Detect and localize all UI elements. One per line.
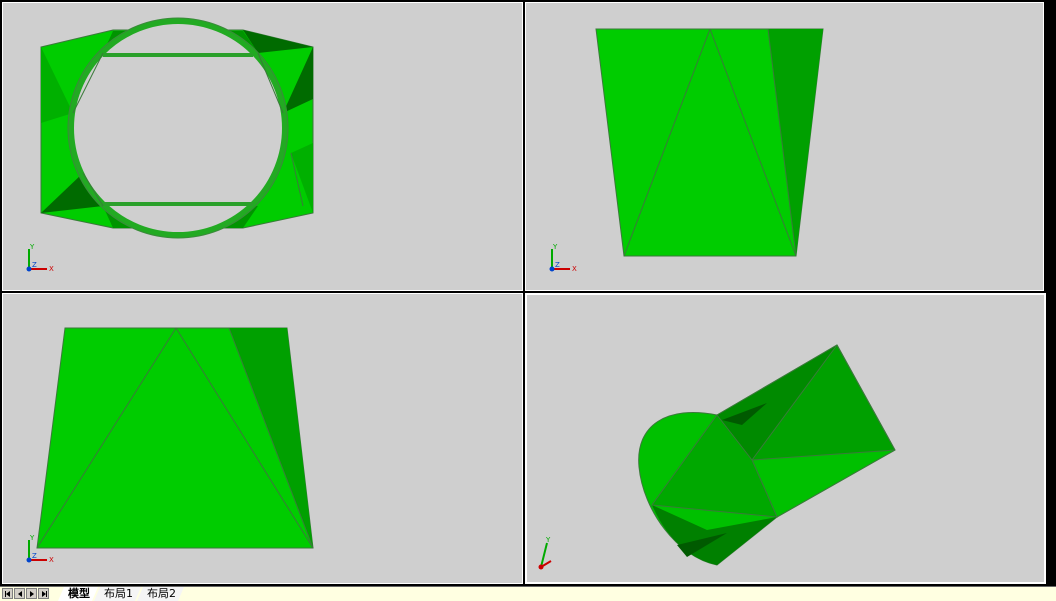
layout-tabs: 模型 布局1 布局2 (58, 587, 180, 601)
viewport-isometric[interactable]: Y (525, 293, 1046, 584)
svg-text:X: X (572, 265, 577, 273)
ucs-icon: Y X Z (544, 243, 580, 273)
tab-nav-buttons (2, 588, 50, 600)
model-left-view (36, 327, 314, 549)
tab-layout1[interactable]: 布局1 (94, 587, 141, 601)
model-isometric-view (638, 344, 896, 566)
svg-text:Z: Z (32, 261, 37, 269)
viewport-top[interactable]: Y X Z (2, 2, 523, 291)
tab-model[interactable]: 模型 (58, 587, 98, 601)
ucs-icon: Y X Z (21, 534, 57, 564)
ucs-icon-isometric: Y (533, 535, 569, 570)
viewport-front[interactable]: Y X Z (525, 2, 1044, 291)
last-tab-button[interactable] (38, 588, 49, 599)
svg-text:Y: Y (29, 534, 35, 542)
model-front-view (595, 28, 824, 257)
svg-text:X: X (49, 265, 54, 273)
ucs-icon: Y X Z (21, 243, 57, 273)
svg-text:Y: Y (29, 243, 35, 251)
svg-text:Y: Y (545, 536, 551, 544)
first-tab-button[interactable] (2, 588, 13, 599)
next-tab-button[interactable] (26, 588, 37, 599)
svg-text:Y: Y (552, 243, 558, 251)
model-top-view (40, 17, 314, 239)
previous-tab-button[interactable] (14, 588, 25, 599)
viewport-left[interactable]: Y X Z (2, 293, 523, 584)
svg-text:Z: Z (555, 261, 560, 269)
svg-text:Z: Z (32, 552, 37, 560)
layout-tab-bar: 模型 布局1 布局2 (0, 586, 1056, 601)
tab-layout2[interactable]: 布局2 (137, 587, 184, 601)
svg-text:X: X (49, 556, 54, 564)
